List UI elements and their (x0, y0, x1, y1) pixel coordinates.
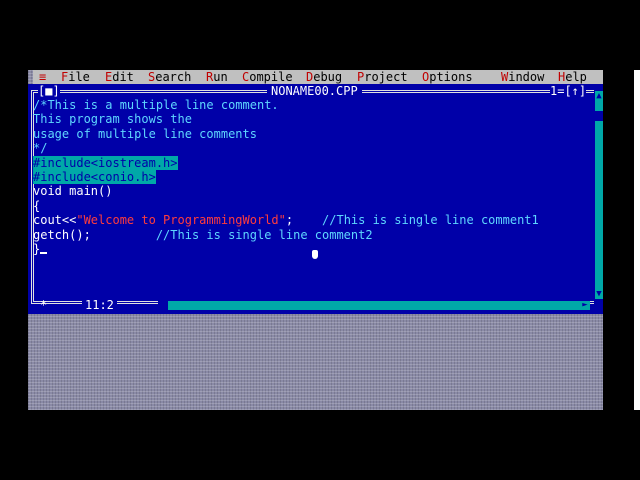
menu-help-label: elp (565, 70, 587, 84)
menu-run[interactable]: Run (206, 70, 228, 84)
menu-file[interactable]: File (61, 70, 90, 84)
code-line-7: void main() (33, 184, 113, 199)
menu-compile-label: ompile (249, 70, 293, 84)
menu-options[interactable]: Options (422, 70, 473, 84)
menu-options-label: ptions (429, 70, 473, 84)
menu-run-label: un (213, 70, 228, 84)
menu-project-label: roject (364, 70, 408, 84)
menu-edit-label: dit (112, 70, 134, 84)
window-number-zoom[interactable]: 1=[↑] (550, 84, 587, 98)
include-iostream: #include<iostream.h> (33, 155, 178, 170)
menu-compile[interactable]: Compile (242, 70, 293, 84)
window-title: NONAME00.CPP (267, 84, 362, 98)
cursor-position: 11:2 (82, 298, 117, 312)
getch-call: getch(); (33, 227, 91, 242)
code-line-9: cout<<"Welcome to ProgrammingWorld"; //T… (33, 213, 553, 227)
code-line-4: */ (33, 141, 48, 156)
window-status-row: * 11:2 ► (28, 298, 603, 312)
text-cursor (40, 252, 48, 255)
screen-edge (634, 70, 640, 410)
code-line-2: This program shows the (33, 112, 192, 127)
menu-bar: ≡ File Edit Search Run Compile Debug Pro… (33, 70, 603, 84)
horizontal-scroll-thumb[interactable] (158, 301, 168, 310)
system-menu-button[interactable]: ≡ (39, 70, 46, 84)
menu-debug-label: ebug (313, 70, 343, 84)
code-line-1: /*This is a multiple line comment. (33, 98, 279, 112)
close-box-button[interactable]: [■] (38, 84, 60, 98)
menu-window[interactable]: Window (501, 70, 544, 84)
single-line-comment-2: //This is single line comment2 (155, 227, 373, 242)
window-title-bar[interactable]: [■] NONAME00.CPP 1=[↑] (28, 84, 603, 98)
menu-search[interactable]: Search (148, 70, 191, 84)
menu-debug[interactable]: Debug (306, 70, 342, 84)
modified-indicator: * (40, 298, 48, 312)
code-line-6: #include<conio.h> (33, 169, 553, 184)
single-line-comment-1: //This is single line comment1 (322, 213, 539, 228)
menu-help[interactable]: Help (558, 70, 587, 84)
mouse-pointer-icon (312, 250, 318, 259)
scroll-right-arrow-icon[interactable]: ► (580, 301, 590, 310)
cout-keyword: cout<< (33, 213, 77, 228)
code-line-3: usage of multiple line comments (33, 126, 257, 141)
code-line-10: getch(); //This is single line comment2 (33, 228, 553, 242)
menu-file-label: ile (68, 70, 90, 84)
horizontal-scrollbar[interactable]: ► (158, 301, 590, 310)
editor-window[interactable]: [■] NONAME00.CPP 1=[↑] /*This is a multi… (28, 84, 603, 314)
menu-project[interactable]: Project (357, 70, 408, 84)
code-line-5: #include<iostream.h> (33, 155, 553, 170)
menu-edit[interactable]: Edit (105, 70, 134, 84)
string-literal: "Welcome to ProgrammingWorld" (76, 213, 286, 228)
code-area[interactable]: /*This is a multiple line comment. This … (33, 98, 553, 256)
scroll-up-arrow-icon[interactable]: ▲ (595, 91, 603, 101)
code-line-11: } (33, 242, 553, 256)
menu-search-label: earch (155, 70, 192, 84)
vertical-scroll-thumb[interactable] (595, 111, 603, 121)
include-conio: #include<conio.h> (33, 169, 156, 184)
code-line-8: { (33, 198, 41, 213)
menu-window-label: indow (508, 70, 545, 84)
closing-brace: } (33, 241, 41, 256)
vertical-scrollbar[interactable]: ▲ ▼ (595, 91, 603, 299)
